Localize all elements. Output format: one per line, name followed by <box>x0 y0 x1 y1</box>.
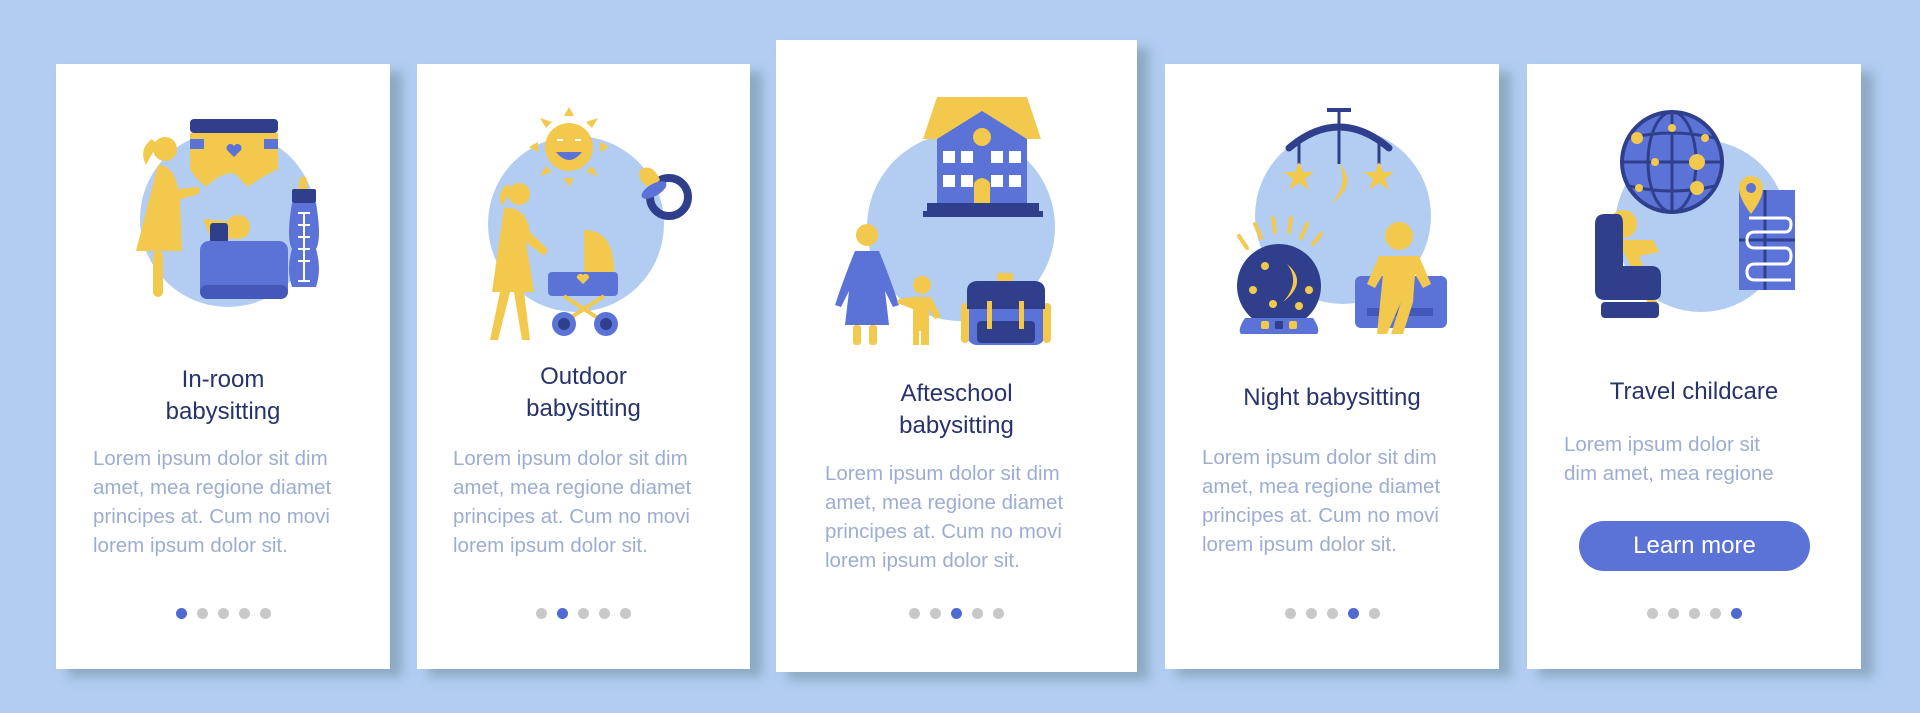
card-title: Outdoor babysitting <box>526 363 641 422</box>
onboarding-card-night: Night babysitting Lorem ipsum dolor sit … <box>1165 64 1499 669</box>
page-dot-active[interactable] <box>175 608 187 619</box>
page-indicator <box>776 608 1137 619</box>
page-dot[interactable] <box>259 608 271 619</box>
page-dot[interactable] <box>1667 608 1679 619</box>
page-indicator <box>1527 608 1861 619</box>
page-dot[interactable] <box>909 608 920 619</box>
page-dot[interactable] <box>217 608 229 619</box>
page-dot-active[interactable] <box>557 608 568 619</box>
page-dot[interactable] <box>1326 608 1338 619</box>
card-title: Travel childcare <box>1609 378 1779 405</box>
page-indicator <box>1165 608 1499 619</box>
onboarding-card-in-room: In-room babysitting Lorem ipsum dolor si… <box>56 64 390 669</box>
page-dot-active[interactable] <box>951 608 962 619</box>
page-dot[interactable] <box>1305 608 1317 619</box>
afterschool-babysitting-illustration <box>776 95 1137 345</box>
card-title: Night babysitting <box>1243 384 1421 411</box>
page-dot[interactable] <box>1688 608 1700 619</box>
learn-more-button[interactable]: Learn more <box>1579 521 1810 571</box>
onboarding-card-afterschool: Afteschool babysitting Lorem ipsum dolor… <box>776 40 1137 672</box>
page-dot[interactable] <box>993 608 1004 619</box>
page-dot[interactable] <box>1709 608 1721 619</box>
in-room-babysitting-illustration <box>56 109 390 334</box>
card-title: In-room babysitting <box>165 366 281 425</box>
travel-childcare-illustration <box>1527 106 1861 336</box>
page-dot[interactable] <box>536 608 547 619</box>
page-dot[interactable] <box>620 608 631 619</box>
page-indicator <box>56 608 390 619</box>
card-description: Lorem ipsum dolor sit dim amet, mea regi… <box>93 447 332 557</box>
page-dot[interactable] <box>238 608 250 619</box>
page-dot-active[interactable] <box>1730 608 1742 619</box>
page-dot-active[interactable] <box>1347 608 1359 619</box>
outdoor-babysitting-illustration <box>417 102 750 342</box>
card-description: Lorem ipsum dolor sit dim amet, mea regi… <box>453 447 692 557</box>
night-babysitting-illustration <box>1165 106 1499 336</box>
card-description: Lorem ipsum dolor sit dim amet, mea regi… <box>825 462 1064 572</box>
onboarding-card-travel: Travel childcare Lorem ipsum dolor sit d… <box>1527 64 1861 669</box>
page-dot[interactable] <box>930 608 941 619</box>
page-dot[interactable] <box>1284 608 1296 619</box>
page-indicator <box>417 608 750 619</box>
card-description: Lorem ipsum dolor sit dim amet, mea regi… <box>1202 446 1441 556</box>
page-dot[interactable] <box>196 608 208 619</box>
card-title: Afteschool babysitting <box>899 380 1014 439</box>
page-dot[interactable] <box>1368 608 1380 619</box>
page-dot[interactable] <box>578 608 589 619</box>
page-dot[interactable] <box>599 608 610 619</box>
onboarding-card-outdoor: Outdoor babysitting Lorem ipsum dolor si… <box>417 64 750 669</box>
page-dot[interactable] <box>972 608 983 619</box>
page-dot[interactable] <box>1646 608 1658 619</box>
card-description: Lorem ipsum dolor sit dim amet, mea regi… <box>1564 433 1774 485</box>
